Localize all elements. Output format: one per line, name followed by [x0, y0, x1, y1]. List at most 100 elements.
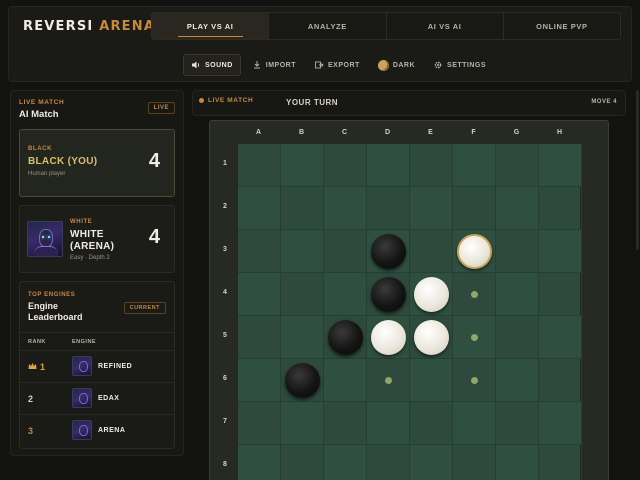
black-disc — [371, 234, 406, 269]
board-cell-g4[interactable] — [496, 273, 539, 316]
board-cell-h1[interactable] — [539, 144, 582, 187]
board-cell-h4[interactable] — [539, 273, 582, 316]
board-cell-d3[interactable] — [367, 230, 410, 273]
player-color-label: BLACK — [28, 146, 52, 152]
board-cell-c2[interactable] — [324, 187, 367, 230]
board-cell-e7[interactable] — [410, 402, 453, 445]
board-cell-g7[interactable] — [496, 402, 539, 445]
board-cell-e3[interactable] — [410, 230, 453, 273]
board-cell-d1[interactable] — [367, 144, 410, 187]
board-cell-h3[interactable] — [539, 230, 582, 273]
dark-mode-toggle[interactable]: DARK — [371, 54, 422, 76]
legal-move-hint[interactable] — [471, 334, 478, 341]
board-cell-a4[interactable] — [238, 273, 281, 316]
match-status-label: LIVE MATCH — [208, 97, 254, 104]
board-cell-g2[interactable] — [496, 187, 539, 230]
board-cell-a6[interactable] — [238, 359, 281, 402]
leaderboard-row[interactable]: 3 ARENA — [20, 414, 174, 446]
board-cell-d8[interactable] — [367, 445, 410, 480]
board-cell-h5[interactable] — [539, 316, 582, 359]
move-counter: MOVE 4 — [591, 99, 617, 105]
board-cell-a1[interactable] — [238, 144, 281, 187]
board-cell-d6[interactable] — [367, 359, 410, 402]
board-cell-b8[interactable] — [281, 445, 324, 480]
board-cell-a5[interactable] — [238, 316, 281, 359]
legal-move-hint[interactable] — [385, 377, 392, 384]
board-cell-e5[interactable] — [410, 316, 453, 359]
board-cell-h8[interactable] — [539, 445, 582, 480]
leaderboard-row[interactable]: 1 REFINED — [20, 350, 174, 382]
tab-online-pvp[interactable]: ONLINE PVP — [504, 13, 620, 39]
board-cell-f6[interactable] — [453, 359, 496, 402]
settings-button[interactable]: SETTINGS — [426, 54, 493, 76]
turn-indicator: YOUR TURN — [286, 98, 339, 107]
board-cell-e1[interactable] — [410, 144, 453, 187]
tab-analyze[interactable]: ANALYZE — [269, 13, 387, 39]
board-cell-b3[interactable] — [281, 230, 324, 273]
board-cell-e8[interactable] — [410, 445, 453, 480]
mode-tabs: PLAY VS AI ANALYZE AI VS AI ONLINE PVP — [151, 12, 621, 40]
board-cell-f5[interactable] — [453, 316, 496, 359]
board-cell-c8[interactable] — [324, 445, 367, 480]
board-cell-d5[interactable] — [367, 316, 410, 359]
game-board: A B C D E F G H 1 2 3 4 5 6 7 8 — [209, 120, 609, 480]
page-scrollbar[interactable] — [636, 90, 639, 250]
board-cell-e6[interactable] — [410, 359, 453, 402]
board-cell-g1[interactable] — [496, 144, 539, 187]
column-label: E — [428, 129, 433, 136]
board-cell-d7[interactable] — [367, 402, 410, 445]
board-cell-a7[interactable] — [238, 402, 281, 445]
board-cell-a3[interactable] — [238, 230, 281, 273]
board-cell-c1[interactable] — [324, 144, 367, 187]
match-sidebar: LIVE MATCH AI Match LIVE BLACK BLACK (YO… — [10, 90, 184, 456]
board-cell-e4[interactable] — [410, 273, 453, 316]
board-cell-c7[interactable] — [324, 402, 367, 445]
rank-header: RANK — [28, 339, 46, 345]
board-cell-d4[interactable] — [367, 273, 410, 316]
white-disc — [414, 277, 449, 312]
board-cell-f8[interactable] — [453, 445, 496, 480]
toolbar: SOUND IMPORT EXPORT DARK SETTINGS — [183, 53, 493, 77]
legal-move-hint[interactable] — [471, 291, 478, 298]
tab-ai-vs-ai[interactable]: AI VS AI — [387, 13, 504, 39]
top-bar: REVERSI ARENA PLAY VS AI ANALYZE AI VS A… — [8, 6, 632, 82]
import-button[interactable]: IMPORT — [245, 54, 303, 76]
leaderboard-row[interactable]: 2 EDAX — [20, 382, 174, 414]
board-cell-g3[interactable] — [496, 230, 539, 273]
board-cell-g6[interactable] — [496, 359, 539, 402]
board-cell-h7[interactable] — [539, 402, 582, 445]
board-cell-g5[interactable] — [496, 316, 539, 359]
board-cell-a2[interactable] — [238, 187, 281, 230]
board-cell-h6[interactable] — [539, 359, 582, 402]
row-label: 5 — [223, 332, 227, 339]
board-cell-c5[interactable] — [324, 316, 367, 359]
board-cell-b7[interactable] — [281, 402, 324, 445]
legal-move-hint[interactable] — [471, 377, 478, 384]
sound-button[interactable]: SOUND — [183, 54, 241, 76]
board-cell-a8[interactable] — [238, 445, 281, 480]
current-badge[interactable]: CURRENT — [123, 302, 166, 314]
board-cell-f2[interactable] — [453, 187, 496, 230]
board-cell-d2[interactable] — [367, 187, 410, 230]
board-cell-c6[interactable] — [324, 359, 367, 402]
board-cell-b1[interactable] — [281, 144, 324, 187]
board-cell-f7[interactable] — [453, 402, 496, 445]
board-cell-b6[interactable] — [281, 359, 324, 402]
engine-difficulty: Easy · Depth 2 — [70, 255, 110, 261]
export-button[interactable]: EXPORT — [307, 54, 367, 76]
board-cell-h2[interactable] — [539, 187, 582, 230]
board-cell-f3[interactable] — [453, 230, 496, 273]
board-cell-c4[interactable] — [324, 273, 367, 316]
leaderboard-header: RANK ENGINE — [20, 332, 174, 350]
board-cell-b4[interactable] — [281, 273, 324, 316]
board-cell-f1[interactable] — [453, 144, 496, 187]
tab-play-vs-ai[interactable]: PLAY VS AI — [152, 13, 270, 39]
board-cell-b2[interactable] — [281, 187, 324, 230]
board-cell-e2[interactable] — [410, 187, 453, 230]
board-cell-g8[interactable] — [496, 445, 539, 480]
white-disc — [414, 320, 449, 355]
leaderboard-title: Engine Leaderboard — [28, 301, 83, 322]
board-cell-f4[interactable] — [453, 273, 496, 316]
board-cell-c3[interactable] — [324, 230, 367, 273]
board-cell-b5[interactable] — [281, 316, 324, 359]
